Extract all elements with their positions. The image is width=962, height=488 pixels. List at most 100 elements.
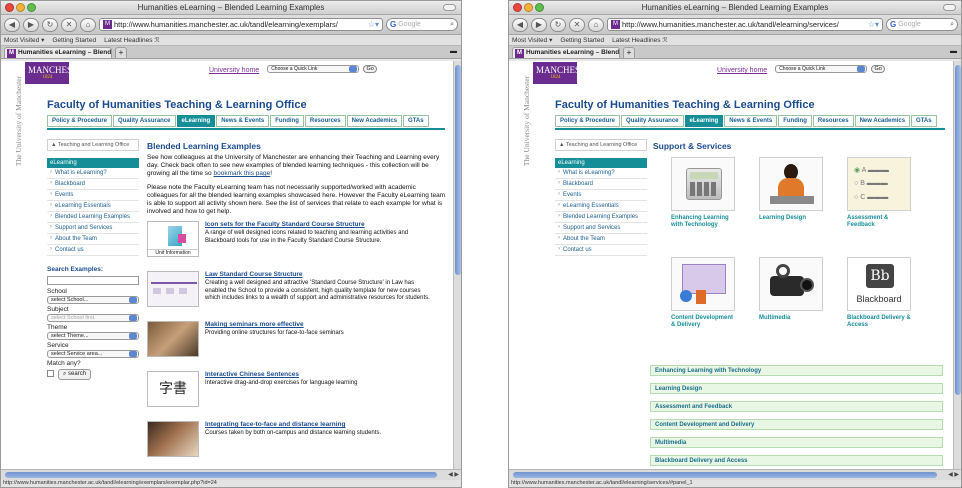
zoom-window-button[interactable] xyxy=(535,3,544,12)
breadcrumb[interactable]: ▲ Teaching and Learning Office xyxy=(555,139,647,151)
close-window-button[interactable] xyxy=(5,3,14,12)
bookmark-getting-started[interactable]: Getting Started xyxy=(560,35,604,45)
university-home-link[interactable]: University home xyxy=(717,67,767,74)
tab-active[interactable]: M Humanities eLearning – Blended L... xyxy=(4,47,112,58)
bookmark-star-icon[interactable]: ☆▾ xyxy=(368,20,379,29)
service-tile[interactable]: Bb Blackboard Blackboard Delivery & Acce… xyxy=(847,257,911,329)
sidebar-item-events[interactable]: Events xyxy=(555,190,647,201)
bookmark-star-icon[interactable]: ☆▾ xyxy=(868,20,879,29)
example-title[interactable]: Integrating face-to-face and distance le… xyxy=(205,421,435,428)
tab-list-icon[interactable]: ▬ xyxy=(450,48,457,55)
horizontal-scrollbar[interactable]: ◀ ▶ xyxy=(509,469,961,480)
search-button[interactable]: ⌕ search xyxy=(58,369,92,380)
bookmark-latest-headlines[interactable]: Latest Headlines ℛ xyxy=(104,35,159,45)
forward-button[interactable]: ▶ xyxy=(531,17,547,32)
new-tab-button[interactable]: + xyxy=(623,47,635,58)
back-button[interactable]: ◀ xyxy=(4,17,20,32)
example-thumbnail[interactable]: Unit Information xyxy=(147,221,199,257)
search-box[interactable]: G Google ⌕ xyxy=(386,18,458,31)
nav-news[interactable]: News & Events xyxy=(216,115,270,127)
minimize-window-button[interactable] xyxy=(16,3,25,12)
home-button[interactable]: ⌂ xyxy=(588,17,604,32)
nav-news[interactable]: News & Events xyxy=(724,115,778,127)
service-tile[interactable]: Multimedia xyxy=(759,257,823,322)
nav-funding[interactable]: Funding xyxy=(778,115,812,127)
sidebar-item-events[interactable]: Events xyxy=(47,190,139,201)
example-thumbnail[interactable] xyxy=(147,421,199,457)
address-bar[interactable]: M http://www.humanities.manchester.ac.uk… xyxy=(99,18,383,31)
sidebar-item-what-is[interactable]: What is eLearning? xyxy=(555,168,647,179)
example-title[interactable]: Law Standard Course Structure xyxy=(205,271,435,278)
nav-resources[interactable]: Resources xyxy=(304,115,346,127)
close-window-button[interactable] xyxy=(513,3,522,12)
new-tab-button[interactable]: + xyxy=(115,47,127,58)
theme-select[interactable]: select Theme... xyxy=(47,332,139,340)
nav-policy[interactable]: Policy & Procedure xyxy=(555,115,621,127)
match-any-checkbox[interactable] xyxy=(47,369,54,377)
reload-button[interactable]: ↻ xyxy=(42,17,58,32)
sidebar-item-support[interactable]: Support and Services xyxy=(555,223,647,234)
accordion-panel-enhancing[interactable]: Enhancing Learning with Technology xyxy=(650,365,943,376)
search-magnifier-icon[interactable]: ⌕ xyxy=(950,21,954,29)
sidebar-item-what-is[interactable]: What is eLearning? xyxy=(47,168,139,179)
search-examples-input[interactable] xyxy=(47,276,139,285)
zoom-window-button[interactable] xyxy=(27,3,36,12)
nav-elearning[interactable]: eLearning xyxy=(176,115,216,127)
search-magnifier-icon[interactable]: ⌕ xyxy=(450,21,454,29)
reload-button[interactable]: ↻ xyxy=(550,17,566,32)
stop-button[interactable]: ✕ xyxy=(61,17,77,32)
title-bar[interactable]: Humanities eLearning – Blended Learning … xyxy=(1,1,461,15)
example-title[interactable]: Interactive Chinese Sentences xyxy=(205,371,435,378)
bookmark-most-visited[interactable]: Most Visited ▾ xyxy=(512,35,552,45)
sidebar-item-support[interactable]: Support and Services xyxy=(47,223,139,234)
sidebar-header[interactable]: eLearning xyxy=(47,158,139,168)
sidebar-item-blackboard[interactable]: Blackboard xyxy=(47,179,139,190)
sidebar-item-contact[interactable]: Contact us xyxy=(47,245,139,256)
accordion-panel-learning-design[interactable]: Learning Design xyxy=(650,383,943,394)
sidebar-item-examples[interactable]: Blended Learning Examples xyxy=(555,212,647,223)
scroll-arrows-icon[interactable]: ◀ ▶ xyxy=(948,471,959,478)
vertical-scroll-thumb[interactable] xyxy=(455,65,461,275)
subject-select[interactable]: select School first xyxy=(47,314,139,322)
toolbar-toggle-button[interactable] xyxy=(443,4,456,11)
tab-list-icon[interactable]: ▬ xyxy=(950,48,957,55)
vertical-scrollbar[interactable] xyxy=(453,61,461,469)
toolbar-toggle-button[interactable] xyxy=(943,4,956,11)
quick-link-select[interactable]: Choose a Quick Link xyxy=(267,65,360,73)
accordion-panel-multimedia[interactable]: Multimedia xyxy=(650,437,943,448)
accordion-panel-content[interactable]: Content Development and Delivery xyxy=(650,419,943,430)
nav-funding[interactable]: Funding xyxy=(270,115,304,127)
manchester-logo[interactable]: MANCHESTER 1824 xyxy=(25,62,89,84)
go-button[interactable]: Go xyxy=(871,65,886,73)
nav-new-academics[interactable]: New Academics xyxy=(346,115,403,127)
nav-quality[interactable]: Quality Assurance xyxy=(621,115,684,127)
nav-gtas[interactable]: GTAs xyxy=(403,115,429,127)
title-bar[interactable]: Humanities eLearning – Blended Learning … xyxy=(509,1,961,15)
nav-quality[interactable]: Quality Assurance xyxy=(113,115,176,127)
sidebar-item-essentials[interactable]: eLearning Essentials xyxy=(47,201,139,212)
sidebar-item-about[interactable]: About the Team xyxy=(555,234,647,245)
bookmark-getting-started[interactable]: Getting Started xyxy=(52,35,96,45)
nav-resources[interactable]: Resources xyxy=(812,115,854,127)
nav-gtas[interactable]: GTAs xyxy=(911,115,937,127)
example-thumbnail[interactable] xyxy=(147,271,199,307)
nav-new-academics[interactable]: New Academics xyxy=(854,115,911,127)
search-box[interactable]: G Google ⌕ xyxy=(886,18,958,31)
manchester-logo[interactable]: MANCHESTER 1824 xyxy=(533,62,597,84)
back-button[interactable]: ◀ xyxy=(512,17,528,32)
bookmark-page-link[interactable]: bookmark this page xyxy=(213,170,270,177)
accordion-panel-assessment[interactable]: Assessment and Feedback xyxy=(650,401,943,412)
sidebar-item-examples[interactable]: Blended Learning Examples xyxy=(47,212,139,223)
example-title[interactable]: Icon sets for the Faculty Standard Cours… xyxy=(205,221,435,228)
sidebar-item-about[interactable]: About the Team xyxy=(47,234,139,245)
home-button[interactable]: ⌂ xyxy=(80,17,96,32)
stop-button[interactable]: ✕ xyxy=(569,17,585,32)
university-home-link[interactable]: University home xyxy=(209,67,259,74)
bookmark-most-visited[interactable]: Most Visited ▾ xyxy=(4,35,44,45)
nav-policy[interactable]: Policy & Procedure xyxy=(47,115,113,127)
vertical-scrollbar[interactable] xyxy=(953,61,961,469)
example-thumbnail[interactable] xyxy=(147,321,199,357)
horizontal-scroll-thumb[interactable] xyxy=(5,472,437,478)
breadcrumb[interactable]: ▲ Teaching and Learning Office xyxy=(47,139,139,151)
scroll-arrows-icon[interactable]: ◀ ▶ xyxy=(448,471,459,478)
